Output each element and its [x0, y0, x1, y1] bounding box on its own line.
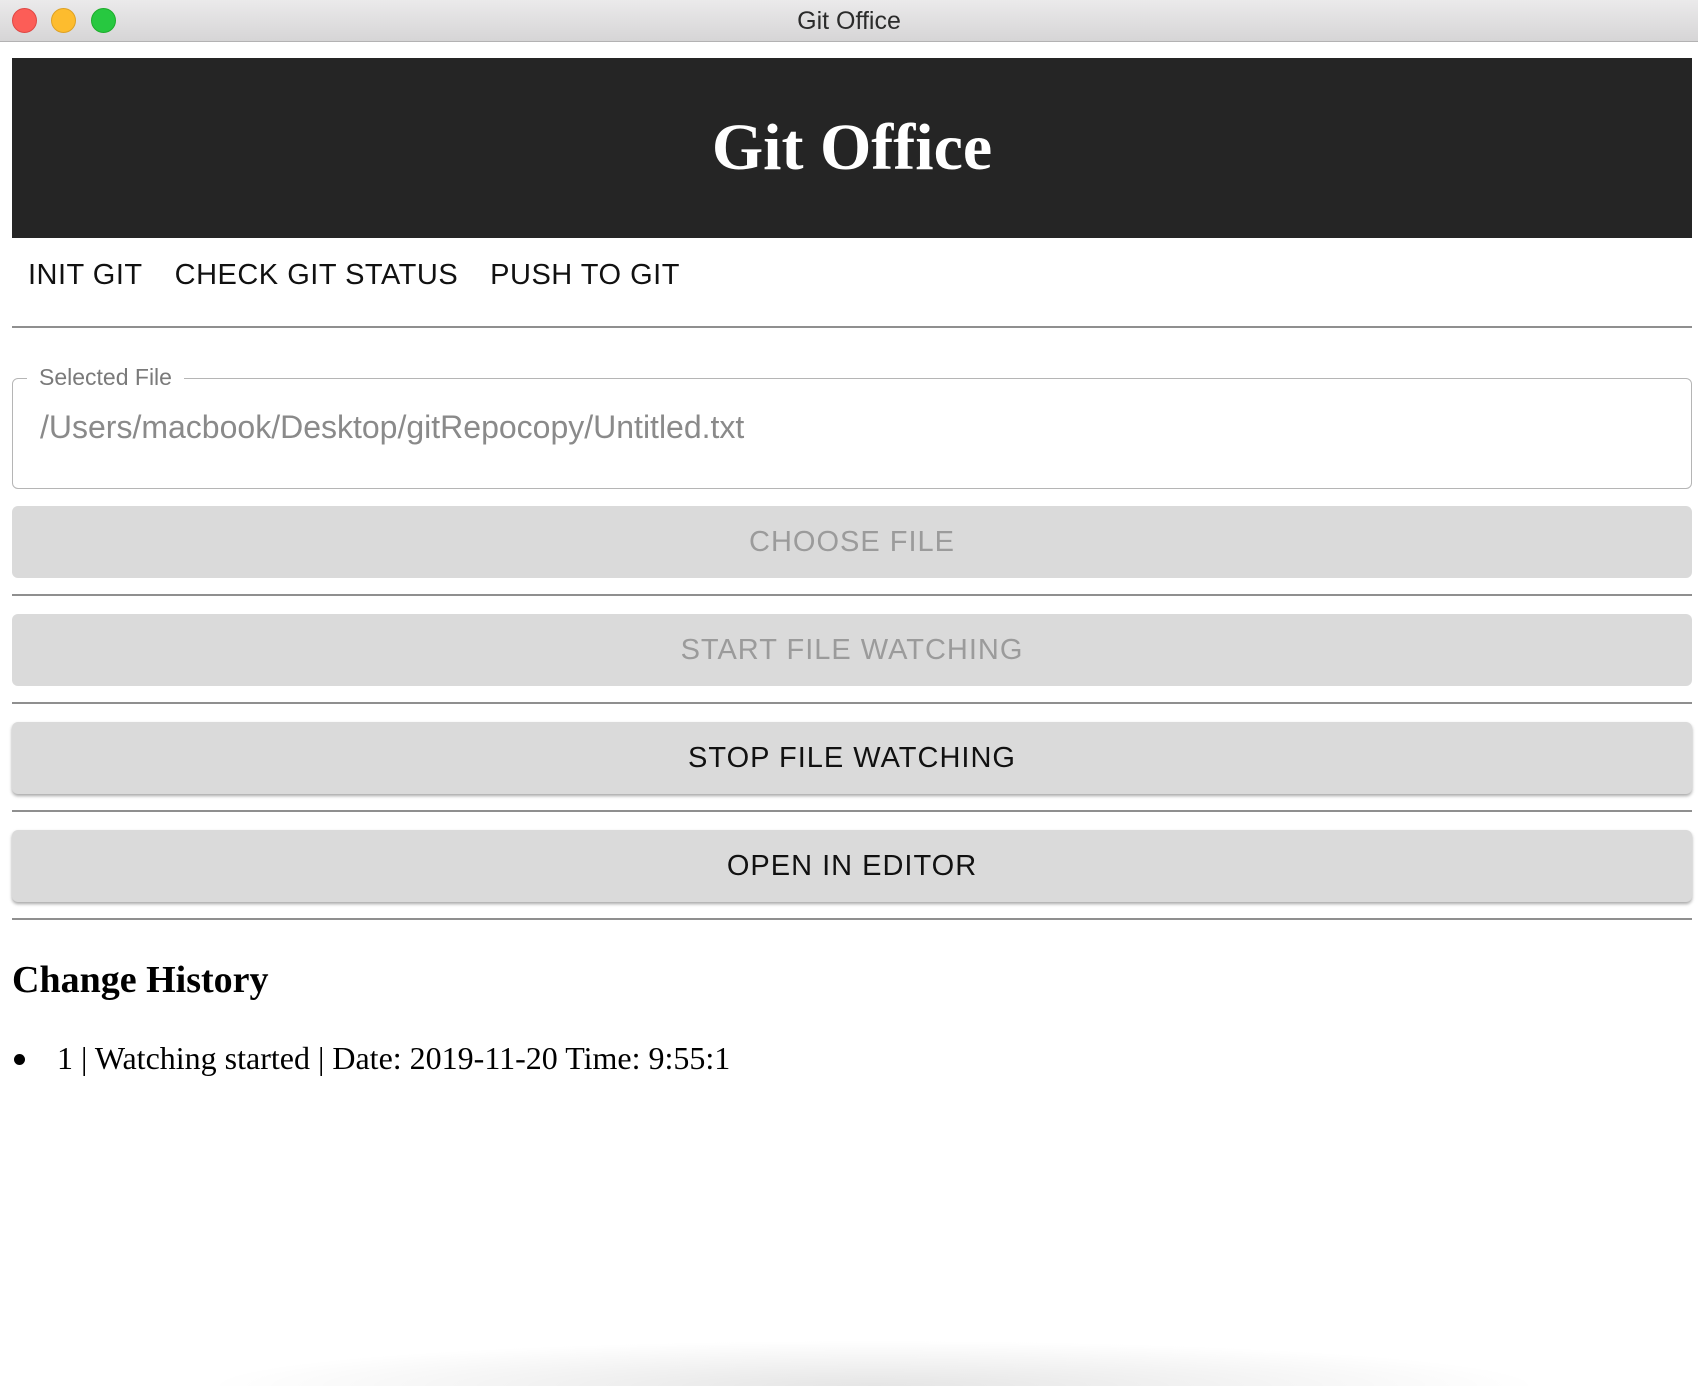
window-title: Git Office — [797, 7, 901, 35]
selected-file-field[interactable]: Selected File /Users/macbook/Desktop/git… — [12, 364, 1692, 489]
history-item-text: 1 | Watching started | Date: 2019-11-20 … — [57, 1040, 731, 1076]
divider — [12, 918, 1692, 920]
divider — [12, 810, 1692, 812]
git-menu: INIT GIT CHECK GIT STATUS PUSH TO GIT — [12, 244, 696, 306]
change-history-list: 1 | Watching started | Date: 2019-11-20 … — [12, 1036, 730, 1080]
change-history-title: Change History — [12, 959, 269, 1001]
window-shadow — [200, 1340, 1548, 1386]
app-title: Git Office — [711, 111, 993, 184]
open-in-editor-button[interactable]: OPEN IN EDITOR — [12, 830, 1692, 902]
stop-file-watching-button[interactable]: STOP FILE WATCHING — [12, 722, 1692, 794]
history-item: 1 | Watching started | Date: 2019-11-20 … — [12, 1036, 730, 1080]
divider — [12, 594, 1692, 596]
check-git-status-button[interactable]: CHECK GIT STATUS — [159, 259, 475, 292]
start-file-watching-button[interactable]: START FILE WATCHING — [12, 614, 1692, 686]
divider — [12, 326, 1692, 328]
selected-file-value: /Users/macbook/Desktop/gitRepocopy/Untit… — [40, 409, 745, 445]
selected-file-label: Selected File — [27, 364, 184, 391]
window-titlebar: Git Office — [0, 0, 1698, 42]
choose-file-button[interactable]: CHOOSE FILE — [12, 506, 1692, 578]
app-header: Git Office — [12, 58, 1692, 238]
divider — [12, 702, 1692, 704]
push-to-git-button[interactable]: PUSH TO GIT — [474, 259, 696, 292]
init-git-button[interactable]: INIT GIT — [12, 259, 159, 292]
bullet-icon — [14, 1054, 25, 1065]
